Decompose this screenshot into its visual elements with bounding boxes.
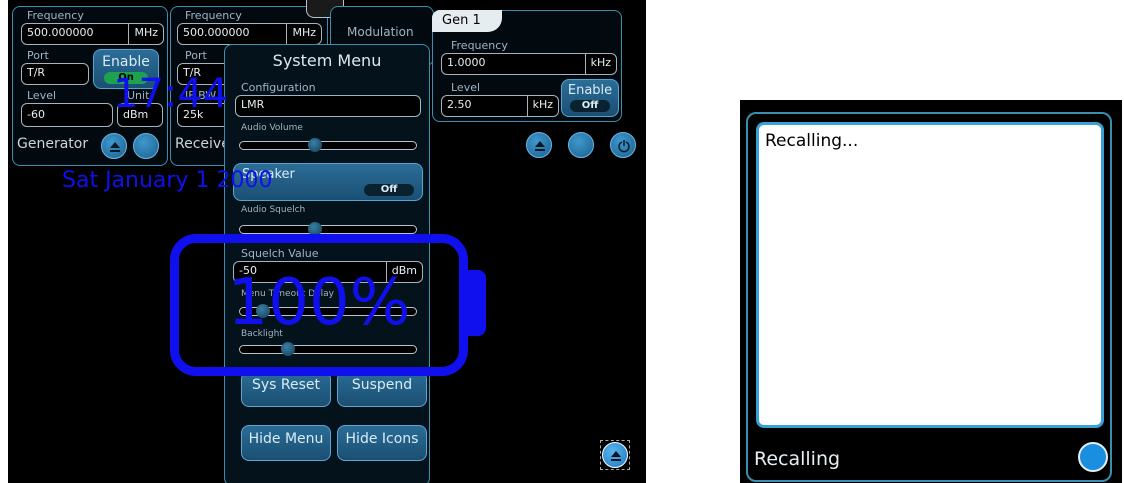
- gen1-tab-label: Gen 1: [442, 13, 481, 28]
- gen-port-field[interactable]: T/R: [21, 63, 89, 85]
- recall-dialog: Recalling... Recalling: [746, 112, 1112, 482]
- rx-frequency-label: Frequency: [185, 9, 242, 22]
- receiver-panel-label: Receive: [175, 136, 230, 152]
- gen1-circle-button[interactable]: [568, 132, 594, 158]
- audio-volume-thumb[interactable]: [308, 138, 323, 152]
- gen-port-label: Port: [27, 49, 49, 62]
- eject-icon: [110, 142, 120, 152]
- clock-date: Sat January 1 2000: [62, 168, 273, 193]
- modulation-label: Modulation: [347, 25, 414, 39]
- recall-message-box: Recalling...: [756, 122, 1104, 428]
- speaker-state: Off: [364, 184, 414, 196]
- suspend-button[interactable]: Suspend: [337, 371, 427, 407]
- gen-level-label: Level: [27, 89, 57, 102]
- recall-screen: Recalling... Recalling: [740, 100, 1122, 483]
- recall-title: Recalling: [754, 448, 841, 470]
- battery-percent: 100%: [227, 266, 411, 340]
- recall-ok-button[interactable]: [1078, 442, 1108, 472]
- gen-frequency-field[interactable]: 500.000000 MHz: [21, 23, 164, 45]
- power-icon: [618, 140, 630, 153]
- battery-outline: 100%: [170, 234, 468, 376]
- gen-frequency-unit: MHz: [128, 24, 163, 44]
- recall-message: Recalling...: [765, 131, 859, 151]
- gen1-level-value: 2.50: [447, 98, 472, 111]
- eject-icon: [535, 141, 545, 151]
- configuration-field[interactable]: LMR: [235, 95, 421, 117]
- battery-terminal: [466, 270, 486, 336]
- gen1-frequency-field[interactable]: 1.0000 kHz: [441, 53, 617, 75]
- configuration-value: LMR: [241, 98, 265, 111]
- gen1-tab[interactable]: Gen 1: [432, 10, 502, 32]
- gen1-enable-state: Off: [570, 100, 610, 112]
- rx-frequency-field[interactable]: 500.000000 MHz: [177, 23, 322, 45]
- gen1-frequency-label: Frequency: [451, 39, 508, 52]
- gen-enable-label: Enable: [102, 54, 150, 70]
- rx-frequency-value: 500.000000: [183, 26, 250, 39]
- gen-frequency-value: 500.000000: [27, 26, 94, 39]
- instrument-screen: Frequency 500.000000 MHz Port T/R Enable…: [8, 0, 646, 483]
- generator-panel-label: Generator: [17, 136, 89, 152]
- gen1-panel: Gen 1 Frequency 1.0000 kHz Level 2.50 kH…: [432, 10, 622, 122]
- gen1-level-field[interactable]: 2.50 kHz: [441, 95, 559, 117]
- rx-port-label: Port: [185, 49, 207, 62]
- clock-time: 17:44: [113, 71, 229, 117]
- gen1-level-label: Level: [451, 81, 481, 94]
- gen1-enable-button[interactable]: Enable Off: [561, 79, 619, 117]
- gen-circle-button[interactable]: [133, 133, 159, 159]
- hide-icons-button[interactable]: Hide Icons: [337, 425, 427, 461]
- audio-volume-slider[interactable]: [239, 138, 417, 152]
- gen-level-field[interactable]: -60: [21, 103, 113, 127]
- gen-frequency-label: Frequency: [27, 9, 84, 22]
- gen1-level-unit: kHz: [526, 96, 558, 116]
- gen-eject-button[interactable]: [101, 133, 127, 159]
- bottom-eject-button[interactable]: [602, 442, 628, 468]
- audio-volume-label: Audio Volume: [241, 123, 303, 133]
- sys-reset-button[interactable]: Sys Reset: [241, 371, 331, 407]
- power-button[interactable]: [610, 132, 636, 158]
- gen1-frequency-value: 1.0000: [447, 56, 486, 69]
- system-menu-title: System Menu: [272, 51, 382, 70]
- gen-level-value: -60: [27, 108, 45, 121]
- gen1-eject-button[interactable]: [526, 132, 552, 158]
- eject-icon: [611, 451, 621, 461]
- audio-squelch-slider[interactable]: [239, 222, 417, 236]
- configuration-label: Configuration: [241, 81, 316, 94]
- audio-squelch-label: Audio Squelch: [241, 205, 306, 215]
- gen1-enable-label: Enable: [567, 83, 613, 98]
- gen-port-value: T/R: [27, 66, 46, 79]
- rx-frequency-unit: MHz: [286, 24, 321, 44]
- gen1-frequency-unit: kHz: [584, 54, 616, 74]
- hide-menu-button[interactable]: Hide Menu: [241, 425, 331, 461]
